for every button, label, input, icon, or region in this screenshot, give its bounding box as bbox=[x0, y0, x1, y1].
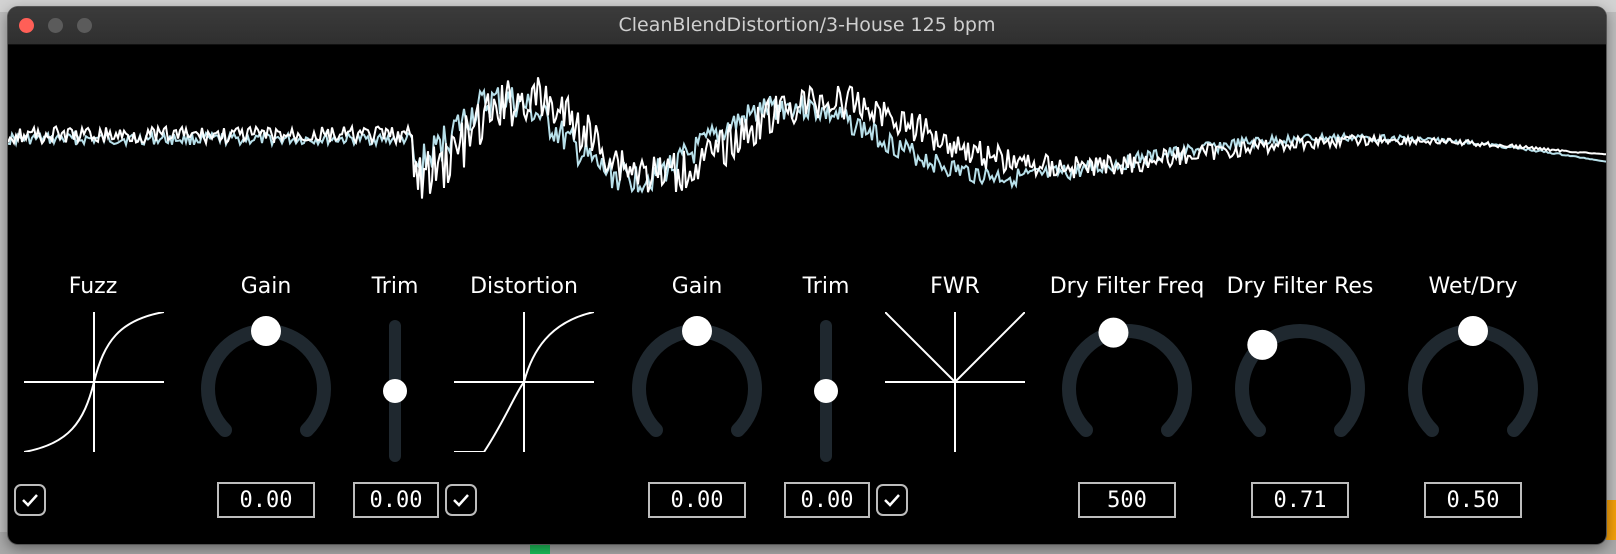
trim-2-slider-handle[interactable] bbox=[814, 379, 838, 403]
dry-filter-freq-knob[interactable] bbox=[1057, 314, 1197, 454]
trim-1-label: Trim bbox=[371, 274, 419, 299]
dry-filter-freq-knob-track bbox=[1062, 324, 1192, 438]
dry-filter-res-value-field[interactable]: 0.71 bbox=[1251, 482, 1349, 518]
dry-filter-res-knob[interactable] bbox=[1230, 314, 1370, 454]
plugin-panel: Fuzz Gain 0.00 Trim 0.00 Distortion Gain… bbox=[8, 44, 1606, 544]
wet-dry-label: Wet/Dry bbox=[1428, 274, 1518, 299]
dry-filter-freq-label: Dry Filter Freq bbox=[1049, 274, 1205, 299]
checkmark-icon bbox=[22, 494, 38, 507]
dry-filter-res-label: Dry Filter Res bbox=[1226, 274, 1374, 299]
dry-filter-freq-knob-handle[interactable] bbox=[1098, 317, 1129, 348]
checkmark-icon bbox=[884, 494, 900, 507]
gain-1-knob[interactable] bbox=[196, 314, 336, 454]
trim-2-value-field[interactable]: 0.00 bbox=[784, 482, 870, 518]
gain-2-knob[interactable] bbox=[627, 314, 767, 454]
trim-2-slider[interactable] bbox=[811, 312, 841, 462]
fuzz-curve-icon bbox=[24, 312, 164, 452]
fwr-label: FWR bbox=[930, 274, 980, 299]
waveform-scope bbox=[8, 77, 1606, 199]
gain-2-value-field[interactable]: 0.00 bbox=[648, 482, 746, 518]
gain-1-knob-handle[interactable] bbox=[251, 316, 281, 346]
trim-2-label: Trim bbox=[802, 274, 850, 299]
window-title: CleanBlendDistortion/3-House 125 bpm bbox=[618, 14, 996, 36]
wet-dry-knob-handle[interactable] bbox=[1458, 316, 1488, 346]
gain-1-label: Gain bbox=[240, 274, 292, 299]
background-orange-tab bbox=[1606, 500, 1616, 540]
fwr-enable-checkbox[interactable] bbox=[876, 484, 908, 516]
distortion-enable-checkbox[interactable] bbox=[445, 484, 477, 516]
wet-dry-knob[interactable] bbox=[1403, 314, 1543, 454]
distortion-curve-icon bbox=[454, 312, 594, 452]
plugin-window: CleanBlendDistortion/3-House 125 bpm Fuz… bbox=[8, 7, 1606, 544]
distortion-label: Distortion bbox=[470, 274, 578, 299]
fuzz-enable-checkbox[interactable] bbox=[14, 484, 46, 516]
gain-2-label: Gain bbox=[671, 274, 723, 299]
trim-1-slider-handle[interactable] bbox=[383, 379, 407, 403]
dry-filter-freq-value-field[interactable]: 500 bbox=[1078, 482, 1176, 518]
wet-dry-value-field[interactable]: 0.50 bbox=[1424, 482, 1522, 518]
gain-1-value-field[interactable]: 0.00 bbox=[217, 482, 315, 518]
trim-1-value-field[interactable]: 0.00 bbox=[353, 482, 439, 518]
checkmark-icon bbox=[453, 494, 469, 507]
dry-filter-res-knob-handle[interactable] bbox=[1247, 329, 1278, 360]
trim-1-slider[interactable] bbox=[380, 312, 410, 462]
fuzz-label: Fuzz bbox=[68, 274, 118, 299]
gain-2-knob-handle[interactable] bbox=[682, 316, 712, 346]
title-bar[interactable]: CleanBlendDistortion/3-House 125 bpm bbox=[8, 7, 1606, 45]
fwr-curve-icon bbox=[885, 312, 1025, 452]
